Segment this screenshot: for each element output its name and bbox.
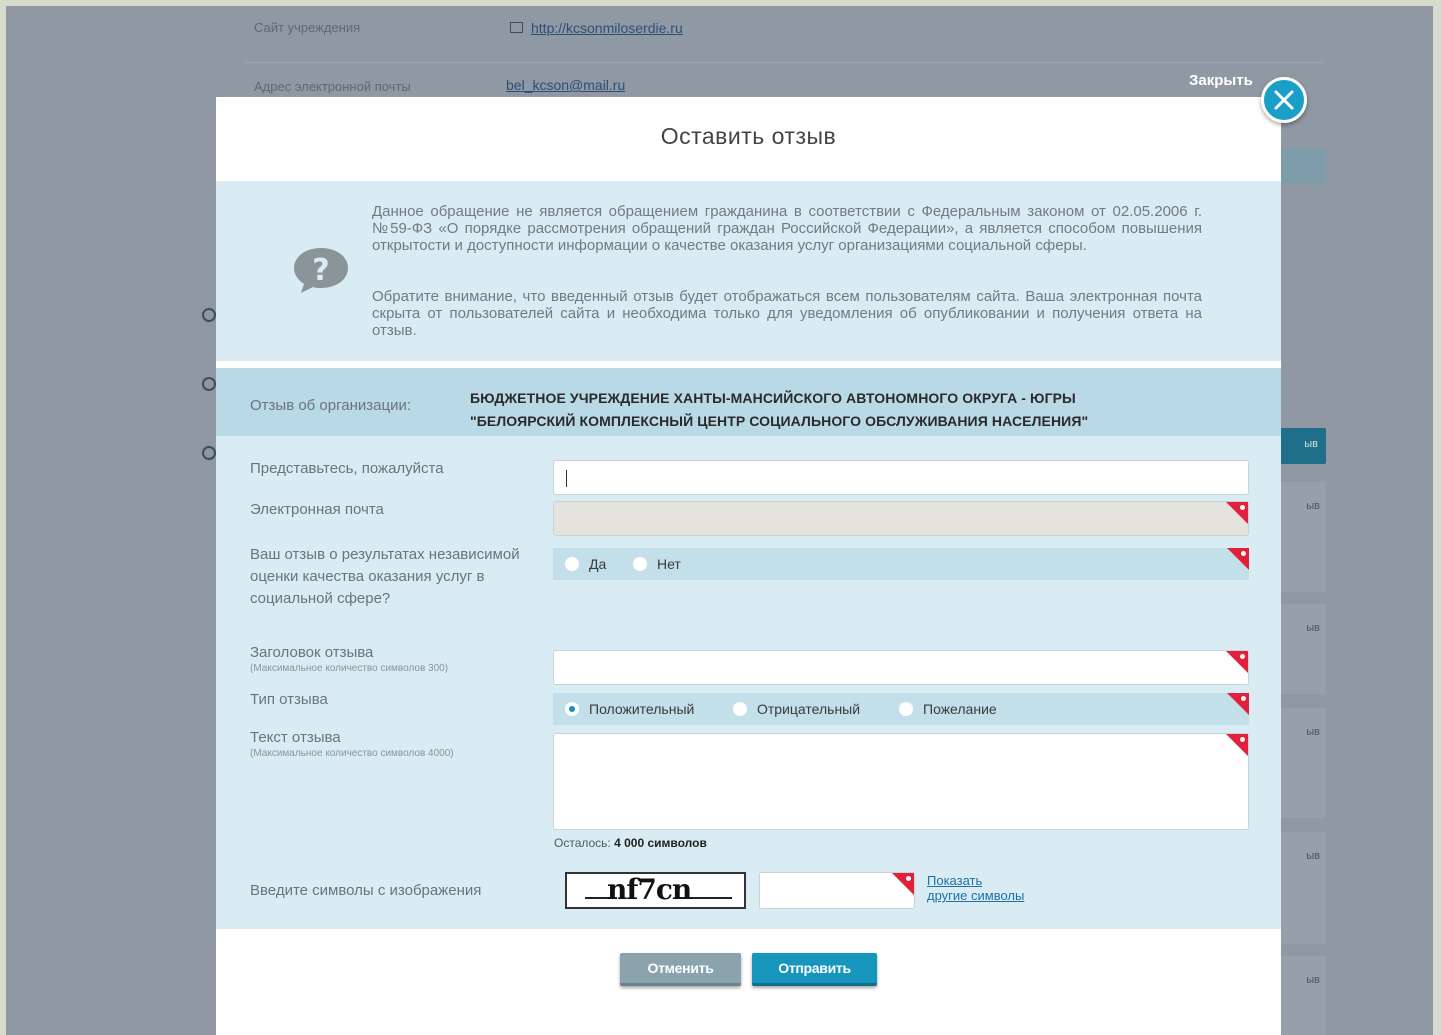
radio-option-wish[interactable]: Пожелание <box>899 693 997 725</box>
close-label[interactable]: Закрыть <box>1189 72 1253 89</box>
review-title-input[interactable] <box>553 650 1249 685</box>
name-input[interactable] <box>553 460 1249 495</box>
background-email-link[interactable]: bel_kcson@mail.ru <box>506 77 625 93</box>
question-bubble-icon: ? <box>294 248 348 293</box>
notice-text-1: Данное обращение не является обращением … <box>372 203 1202 254</box>
background-site-link[interactable]: http://kcsonmiloserdie.ru <box>531 20 683 36</box>
organization-name: БЮДЖЕТНОЕ УЧРЕЖДЕНИЕ ХАНТЫ-МАНСИЙСКОГО А… <box>470 390 1089 429</box>
text-cursor <box>566 470 567 487</box>
background-check-icon <box>202 308 216 322</box>
remaining-chars: Осталось: 4 000 символов <box>554 836 707 850</box>
captcha-section: Введите символы с изображения nf7cn Пока… <box>216 851 1281 929</box>
radio-option-negative[interactable]: Отрицательный <box>733 693 860 725</box>
required-marker-icon <box>1226 651 1248 673</box>
review-title-label: Заголовок отзыва (Максимальное количеств… <box>250 644 449 674</box>
background-check-icon <box>202 377 216 391</box>
radio-selected-icon <box>565 702 579 717</box>
svg-text:?: ? <box>312 253 329 288</box>
background-card: ыв <box>1276 708 1326 818</box>
required-marker-icon <box>892 873 914 895</box>
radio-option-positive[interactable]: Положительный <box>565 693 694 725</box>
independent-evaluation-radio-group: Да Нет <box>553 548 1249 580</box>
email-label: Электронная почта <box>250 501 384 518</box>
review-type-label: Тип отзыва <box>250 691 328 708</box>
review-text-hint: (Максимальное количество символов 4000) <box>250 748 454 759</box>
radio-icon <box>899 702 913 717</box>
radio-icon <box>565 557 579 572</box>
background-button[interactable]: ыв <box>1274 428 1326 464</box>
required-marker-icon <box>1227 548 1249 570</box>
required-marker-icon <box>1227 693 1249 715</box>
organization-bar: Отзыв об организации: БЮДЖЕТНОЕ УЧРЕЖДЕН… <box>216 368 1281 436</box>
cancel-button[interactable]: Отменить <box>620 953 741 986</box>
review-text-area[interactable] <box>553 733 1249 830</box>
background-card: ыв <box>1276 604 1326 694</box>
background-site-row: Сайт учреждения http://kcsonmiloserdie.r… <box>244 6 1324 63</box>
review-modal: Оставить отзыв ? Данное обращение не явл… <box>216 97 1281 1035</box>
close-icon <box>1274 90 1294 110</box>
radio-icon <box>633 557 647 572</box>
captcha-label: Введите символы с изображения <box>250 882 482 899</box>
notice-text-2: Обратите внимание, что введенный отзыв б… <box>372 288 1202 339</box>
radio-icon <box>733 702 747 717</box>
email-input[interactable] <box>553 501 1249 536</box>
required-marker-icon <box>1226 502 1248 524</box>
screen: Сайт учреждения http://kcsonmiloserdie.r… <box>6 6 1433 1035</box>
radio-option-yes[interactable]: Да <box>565 548 606 580</box>
background-check-icon <box>202 446 216 460</box>
captcha-text: nf7cn <box>607 874 692 906</box>
notice-panel: ? Данное обращение не является обращение… <box>216 181 1281 361</box>
organization-label: Отзыв об организации: <box>250 397 412 414</box>
external-link-icon <box>510 22 523 33</box>
review-form: Представьтесь, пожалуйста Электронная по… <box>216 436 1281 851</box>
name-label: Представьтесь, пожалуйста <box>250 460 444 477</box>
background-email-label: Адрес электронной почты <box>254 79 411 94</box>
independent-evaluation-label: Ваш отзыв о результатах независимой оцен… <box>250 546 520 607</box>
background-site-label: Сайт учреждения <box>254 20 361 35</box>
background-card: ыв <box>1276 956 1326 1035</box>
review-type-radio-group: Положительный Отрицательный Пожелание <box>553 693 1249 725</box>
refresh-captcha-link[interactable]: Показать другие символы <box>927 873 1067 903</box>
background-card: ыв <box>1276 832 1326 944</box>
captcha-input[interactable] <box>759 872 915 909</box>
close-button[interactable] <box>1261 77 1307 123</box>
radio-option-no[interactable]: Нет <box>633 548 681 580</box>
submit-button[interactable]: Отправить <box>752 953 877 986</box>
review-title-hint: (Максимальное количество символов 300) <box>250 663 449 674</box>
review-text-label: Текст отзыва (Максимальное количество си… <box>250 729 454 759</box>
captcha-image: nf7cn <box>565 872 746 909</box>
required-marker-icon <box>1226 734 1248 756</box>
modal-title: Оставить отзыв <box>660 123 837 149</box>
background-card: ыв <box>1276 482 1326 592</box>
